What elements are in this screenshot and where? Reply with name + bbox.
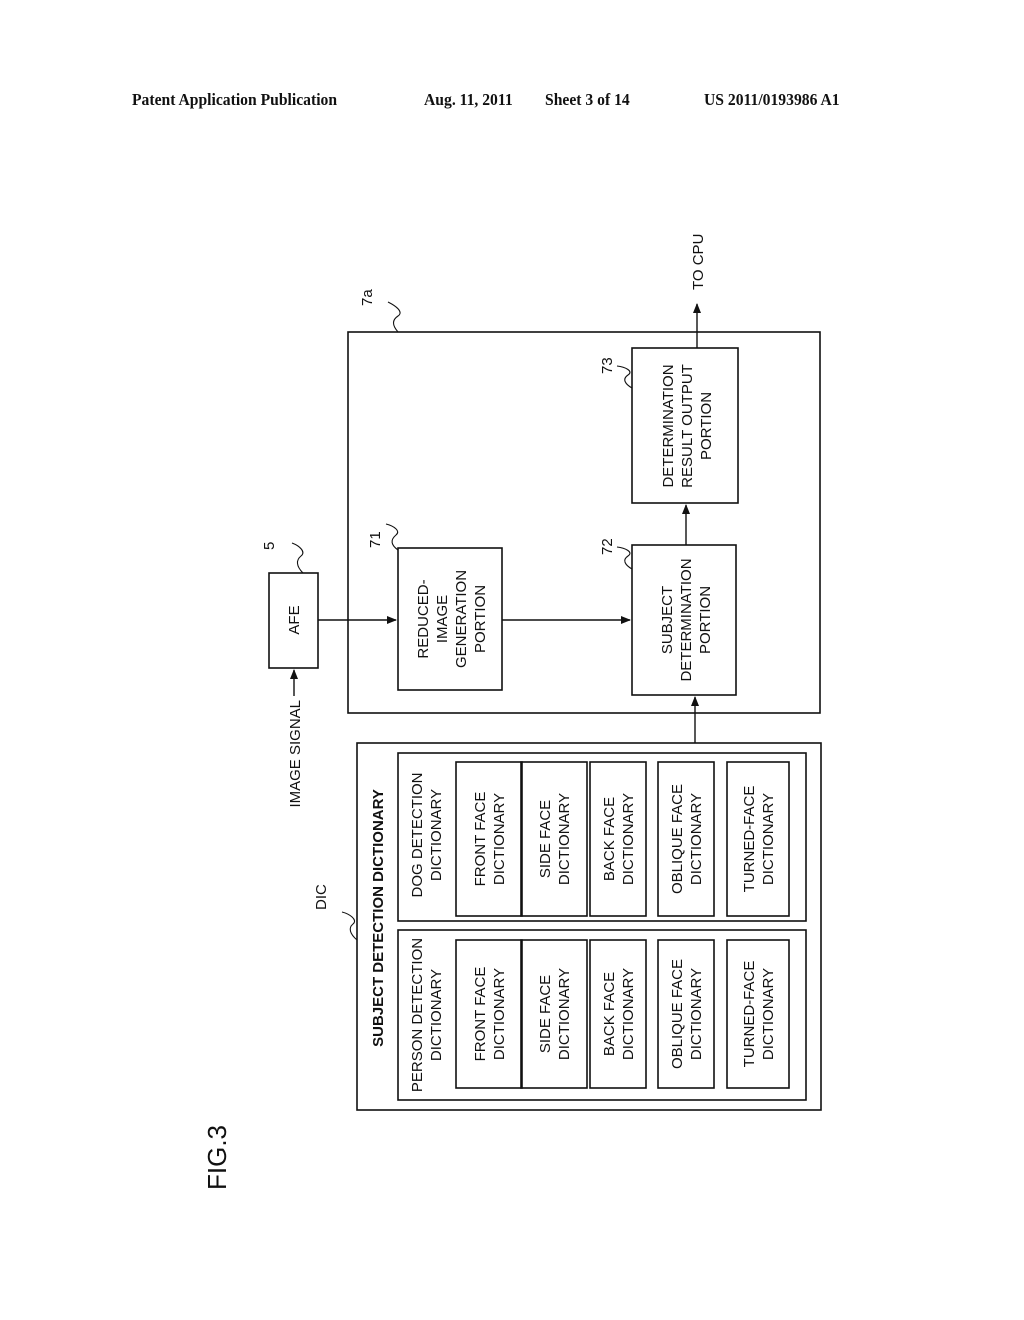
person-turned-face-dictionary-label-line: TURNED-FACE	[741, 961, 758, 1068]
person-front-face-dictionary-label: FRONT FACE DICTIONARY	[472, 967, 508, 1062]
dog-back-face-dictionary-label-line: BACK FACE	[601, 797, 618, 881]
dog-oblique-face-dictionary-label-line: DICTIONARY	[688, 793, 705, 885]
person-side-face-dictionary-box	[520, 939, 588, 1089]
dog-front-face-dictionary-label-line: DICTIONARY	[491, 793, 508, 885]
dog-side-face-dictionary-box	[520, 761, 588, 917]
dog-turned-face-dictionary-label-line: TURNED-FACE	[741, 786, 758, 893]
ref-leader-73	[616, 365, 633, 389]
dog-detection-dictionary-label: DOG DETECTION DICTIONARY	[409, 772, 445, 897]
afe-label: AFE	[286, 605, 303, 634]
ref-73: 73	[599, 357, 616, 374]
subject-determination-label: SUBJECT DETERMINATION PORTION	[659, 558, 714, 681]
svg-text:RESULT OUTPUT: RESULT OUTPUT	[679, 364, 696, 488]
dog-front-face-dictionary-box	[455, 761, 523, 917]
ref-leader-7a	[387, 301, 401, 333]
person-side-face-dictionary-label-line: SIDE FACE	[537, 975, 554, 1053]
ref-leader-5	[291, 542, 304, 574]
person-side-face-dictionary-label-line: DICTIONARY	[556, 968, 573, 1060]
person-oblique-face-dictionary-label-line: OBLIQUE FACE	[669, 959, 686, 1069]
dog-turned-face-dictionary-label-line: DICTIONARY	[760, 793, 777, 885]
person-oblique-face-dictionary-label: OBLIQUE FACE DICTIONARY	[669, 959, 705, 1069]
dog-side-face-dictionary-label-line: DICTIONARY	[556, 793, 573, 885]
ref-leader-72	[616, 546, 633, 570]
ref-7a: 7a	[359, 289, 376, 306]
svg-text:IMAGE: IMAGE	[434, 595, 451, 643]
person-back-face-dictionary-label: BACK FACE DICTIONARY	[601, 968, 637, 1060]
dog-front-face-dictionary-label: FRONT FACE DICTIONARY	[472, 792, 508, 887]
svg-text:DICTIONARY: DICTIONARY	[428, 969, 445, 1061]
dog-back-face-dictionary-label-line: DICTIONARY	[620, 793, 637, 885]
person-front-face-dictionary-box	[455, 939, 523, 1089]
svg-text:DICTIONARY: DICTIONARY	[428, 789, 445, 881]
ref-leader-dic	[341, 911, 358, 941]
subject-detection-dictionary-title: SUBJECT DETECTION DICTIONARY	[370, 789, 387, 1047]
ref-5: 5	[261, 542, 278, 550]
person-front-face-dictionary-label-line: FRONT FACE	[472, 967, 489, 1062]
person-back-face-dictionary-label-line: DICTIONARY	[620, 968, 637, 1060]
person-detection-dictionary-label: PERSON DETECTION DICTIONARY	[409, 938, 445, 1092]
svg-text:PERSON DETECTION: PERSON DETECTION	[409, 938, 426, 1092]
svg-text:DOG DETECTION: DOG DETECTION	[409, 772, 426, 897]
person-back-face-dictionary-label-line: BACK FACE	[601, 972, 618, 1056]
person-back-face-dictionary-box	[589, 939, 647, 1089]
image-signal-label: IMAGE SIGNAL	[287, 700, 304, 808]
ref-leader-71	[385, 523, 399, 551]
ref-72: 72	[599, 538, 616, 555]
svg-text:REDUCED-: REDUCED-	[415, 579, 432, 658]
person-side-face-dictionary-label: SIDE FACE DICTIONARY	[537, 968, 573, 1060]
dictionary-items: FRONT FACE DICTIONARY SIDE FACE DICTIONARY B…	[455, 761, 790, 1089]
dog-turned-face-dictionary-label: TURNED-FACE DICTIONARY	[741, 786, 777, 893]
svg-text:PORTION: PORTION	[697, 586, 714, 654]
person-oblique-face-dictionary-label-line: DICTIONARY	[688, 968, 705, 1060]
svg-text:SUBJECT: SUBJECT	[659, 586, 676, 654]
ref-71: 71	[367, 531, 384, 548]
svg-text:PORTION: PORTION	[472, 585, 489, 653]
dog-side-face-dictionary-label-line: SIDE FACE	[537, 800, 554, 878]
svg-text:DETERMINATION: DETERMINATION	[660, 364, 677, 487]
to-cpu-label: TO CPU	[690, 234, 707, 290]
person-front-face-dictionary-label-line: DICTIONARY	[491, 968, 508, 1060]
svg-text:PORTION: PORTION	[698, 392, 715, 460]
dog-side-face-dictionary-label: SIDE FACE DICTIONARY	[537, 793, 573, 885]
dog-turned-face-dictionary-box	[726, 761, 790, 917]
person-oblique-face-dictionary-box	[657, 939, 715, 1089]
svg-text:DETERMINATION: DETERMINATION	[678, 558, 695, 681]
dog-oblique-face-dictionary-box	[657, 761, 715, 917]
reduced-image-generation-label: REDUCED- IMAGE GENERATION PORTION	[415, 570, 489, 668]
figure-label: FIG.3	[202, 1125, 232, 1190]
block-diagram: FIG.3 7a AFE 5 IMAGE SIGNAL REDUCED- IMA…	[202, 234, 822, 1190]
dog-back-face-dictionary-box	[589, 761, 647, 917]
determination-result-output-label: DETERMINATION RESULT OUTPUT PORTION	[660, 364, 715, 488]
ref-dic: DIC	[313, 884, 330, 910]
dog-oblique-face-dictionary-label: OBLIQUE FACE DICTIONARY	[669, 784, 705, 894]
person-turned-face-dictionary-box	[726, 939, 790, 1089]
dog-front-face-dictionary-label-line: FRONT FACE	[472, 792, 489, 887]
person-turned-face-dictionary-label: TURNED-FACE DICTIONARY	[741, 961, 777, 1068]
dog-back-face-dictionary-label: BACK FACE DICTIONARY	[601, 793, 637, 885]
svg-text:GENERATION: GENERATION	[453, 570, 470, 668]
dog-oblique-face-dictionary-label-line: OBLIQUE FACE	[669, 784, 686, 894]
person-turned-face-dictionary-label-line: DICTIONARY	[760, 968, 777, 1060]
